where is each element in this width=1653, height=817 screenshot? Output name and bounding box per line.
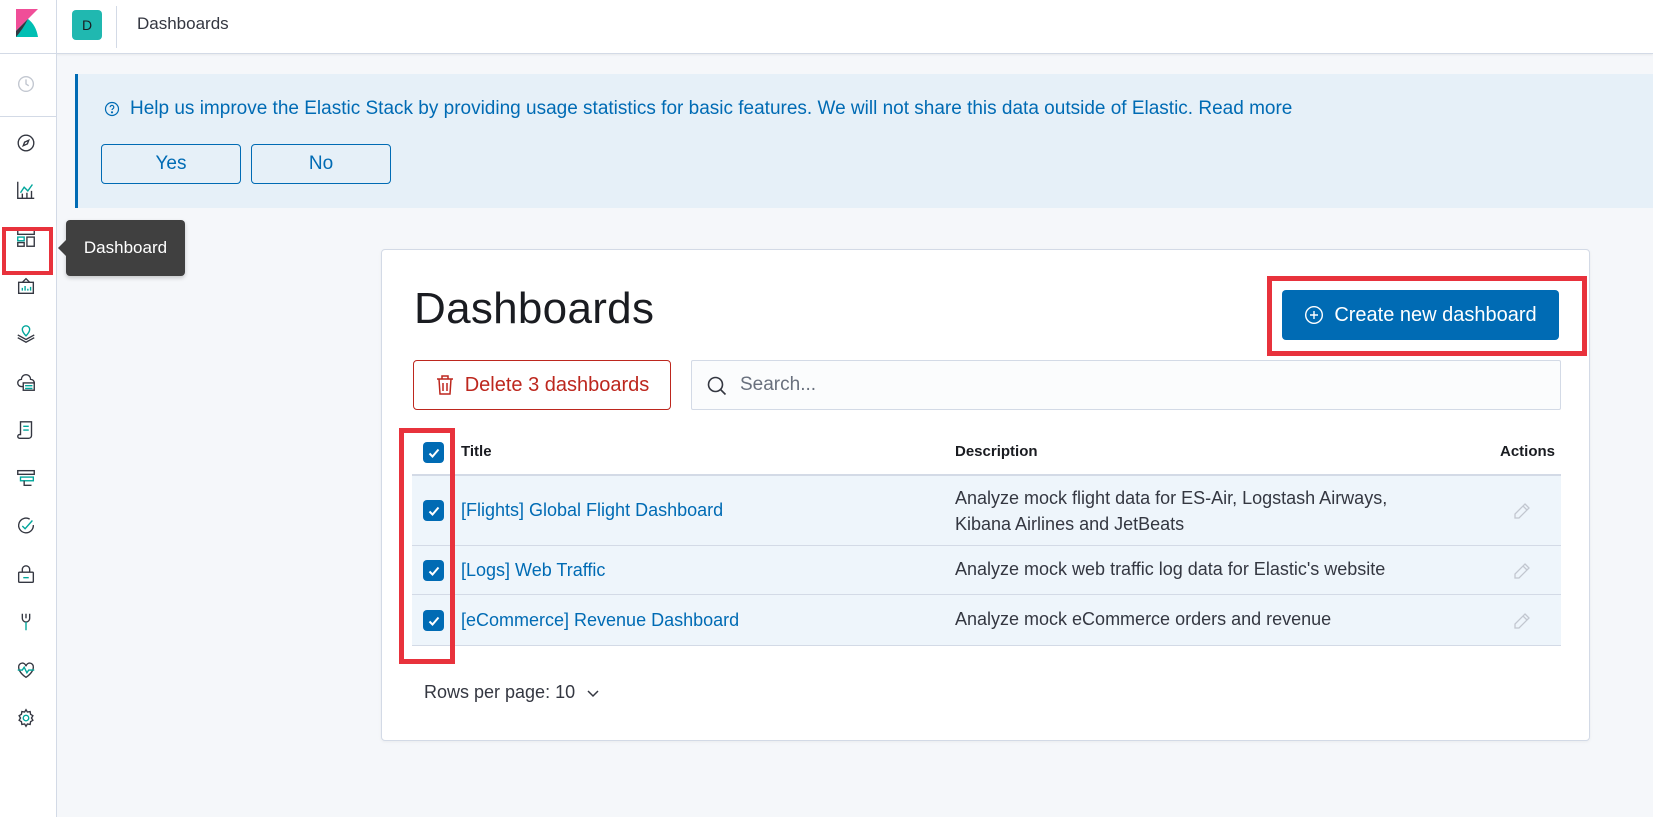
space-avatar[interactable]: D xyxy=(72,10,102,40)
dashboard-listing-panel: Dashboards Create new dashboard Delete 3… xyxy=(381,249,1590,741)
recent-clock-icon[interactable] xyxy=(14,72,38,96)
side-navigation xyxy=(0,54,57,817)
delete-dashboards-button[interactable]: Delete 3 dashboards xyxy=(413,360,671,410)
no-button[interactable]: No xyxy=(251,144,391,184)
page-title: Dashboards xyxy=(414,284,655,333)
dashboard-nav-highlight xyxy=(2,227,53,275)
callout-text: Help us improve the Elastic Stack by pro… xyxy=(130,98,1293,119)
dashboard-title-link[interactable]: [Flights] Global Flight Dashboard xyxy=(461,500,723,521)
create-new-dashboard-button[interactable]: Create new dashboard xyxy=(1282,290,1559,340)
header-divider xyxy=(56,0,57,54)
dashboard-description: Analyze mock web traffic log data for El… xyxy=(955,559,1386,579)
header-divider xyxy=(116,6,117,48)
dashboard-description: Analyze mock flight data for ES-Air, Log… xyxy=(955,488,1388,534)
pencil-edit-icon[interactable] xyxy=(1512,611,1532,631)
table-row: [Logs] Web Traffic Analyze mock web traf… xyxy=(412,546,1561,595)
callout-message: Help us improve the Elastic Stack by pro… xyxy=(104,98,1292,120)
nav-tooltip: Dashboard xyxy=(58,220,185,276)
yes-button[interactable]: Yes xyxy=(101,144,241,184)
column-header-title[interactable]: Title xyxy=(461,443,492,460)
infrastructure-icon[interactable] xyxy=(14,370,38,394)
top-header: D Dashboards xyxy=(0,0,1653,54)
visualize-chart-icon[interactable] xyxy=(14,178,38,202)
monitoring-heartbeat-icon[interactable] xyxy=(14,658,38,682)
dashboard-title-link[interactable]: [Logs] Web Traffic xyxy=(461,560,605,581)
dev-tools-wrench-icon[interactable] xyxy=(14,610,38,634)
table-row: [Flights] Global Flight Dashboard Analyz… xyxy=(412,476,1561,546)
help-icon xyxy=(104,101,120,117)
kibana-logo-icon[interactable] xyxy=(10,7,42,39)
siem-lock-icon[interactable] xyxy=(14,562,38,586)
table-row: [eCommerce] Revenue Dashboard Analyze mo… xyxy=(412,595,1561,646)
plus-circle-icon xyxy=(1305,305,1324,325)
discover-compass-icon[interactable] xyxy=(14,131,38,155)
column-header-description: Description xyxy=(955,443,1038,460)
pencil-edit-icon[interactable] xyxy=(1512,561,1532,581)
management-gear-icon[interactable] xyxy=(14,706,38,730)
rows-per-page-button[interactable]: Rows per page: 10 xyxy=(424,682,601,703)
trash-icon xyxy=(436,375,453,395)
search-box xyxy=(691,360,1561,410)
dashboard-description: Analyze mock eCommerce orders and revenu… xyxy=(955,609,1332,629)
maps-icon[interactable] xyxy=(14,322,38,346)
uptime-icon[interactable] xyxy=(14,514,38,538)
apm-icon[interactable] xyxy=(14,466,38,490)
nav-divider xyxy=(0,116,56,117)
dashboard-title-link[interactable]: [eCommerce] Revenue Dashboard xyxy=(461,610,739,631)
table-header-row: Title Description Actions xyxy=(412,428,1561,476)
canvas-icon[interactable] xyxy=(14,274,38,298)
pencil-edit-icon[interactable] xyxy=(1512,501,1532,521)
search-input[interactable] xyxy=(740,361,1540,409)
logs-icon[interactable] xyxy=(14,418,38,442)
checkbox-column-highlight xyxy=(399,428,455,664)
rows-per-page-label: Rows per page: 10 xyxy=(424,682,576,702)
create-button-label: Create new dashboard xyxy=(1334,303,1537,326)
breadcrumb: Dashboards xyxy=(137,14,229,33)
telemetry-callout: Help us improve the Elastic Stack by pro… xyxy=(75,74,1653,208)
column-header-actions: Actions xyxy=(1500,443,1556,460)
delete-button-label: Delete 3 dashboards xyxy=(464,373,650,396)
chevron-down-icon xyxy=(587,689,599,697)
search-icon xyxy=(707,376,727,396)
